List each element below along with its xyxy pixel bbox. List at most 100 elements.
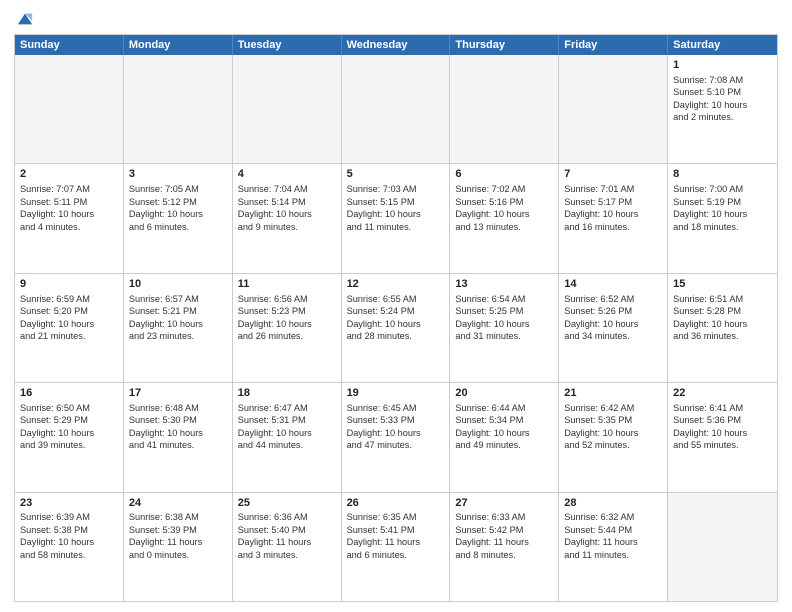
cal-cell-day-21: 21Sunrise: 6:42 AMSunset: 5:35 PMDayligh… bbox=[559, 383, 668, 491]
day-info-line: and 21 minutes. bbox=[20, 330, 118, 342]
day-info-line: Daylight: 10 hours bbox=[564, 208, 662, 220]
day-number: 6 bbox=[455, 167, 553, 182]
day-info-line: Daylight: 11 hours bbox=[455, 536, 553, 548]
day-info-line: Sunset: 5:24 PM bbox=[347, 305, 445, 317]
day-info-line: and 34 minutes. bbox=[564, 330, 662, 342]
day-info-line: Sunset: 5:29 PM bbox=[20, 414, 118, 426]
day-info-line: Sunset: 5:30 PM bbox=[129, 414, 227, 426]
day-info-line: and 18 minutes. bbox=[673, 221, 772, 233]
day-info-line: and 0 minutes. bbox=[129, 549, 227, 561]
cal-cell-empty bbox=[124, 55, 233, 163]
day-info-line: and 11 minutes. bbox=[564, 549, 662, 561]
day-info-line: and 31 minutes. bbox=[455, 330, 553, 342]
day-info-line: and 2 minutes. bbox=[673, 111, 772, 123]
calendar-row-1: 2Sunrise: 7:07 AMSunset: 5:11 PMDaylight… bbox=[15, 164, 777, 273]
day-info-line: Sunrise: 6:35 AM bbox=[347, 511, 445, 523]
header-day-tuesday: Tuesday bbox=[233, 35, 342, 55]
day-info-line: Sunrise: 6:56 AM bbox=[238, 293, 336, 305]
cal-cell-day-5: 5Sunrise: 7:03 AMSunset: 5:15 PMDaylight… bbox=[342, 164, 451, 272]
logo-icon bbox=[16, 10, 34, 28]
day-info-line: Daylight: 10 hours bbox=[455, 318, 553, 330]
day-info-line: Sunset: 5:14 PM bbox=[238, 196, 336, 208]
day-info-line: Sunset: 5:42 PM bbox=[455, 524, 553, 536]
day-info-line: Sunrise: 7:02 AM bbox=[455, 183, 553, 195]
cal-cell-day-28: 28Sunrise: 6:32 AMSunset: 5:44 PMDayligh… bbox=[559, 493, 668, 601]
day-info-line: Sunset: 5:39 PM bbox=[129, 524, 227, 536]
day-info-line: Daylight: 10 hours bbox=[20, 427, 118, 439]
day-info-line: Sunset: 5:26 PM bbox=[564, 305, 662, 317]
cal-cell-day-2: 2Sunrise: 7:07 AMSunset: 5:11 PMDaylight… bbox=[15, 164, 124, 272]
day-number: 7 bbox=[564, 167, 662, 182]
day-info-line: Sunrise: 6:57 AM bbox=[129, 293, 227, 305]
day-info-line: Sunrise: 6:45 AM bbox=[347, 402, 445, 414]
day-info-line: Daylight: 10 hours bbox=[455, 427, 553, 439]
day-info-line: and 28 minutes. bbox=[347, 330, 445, 342]
cal-cell-day-7: 7Sunrise: 7:01 AMSunset: 5:17 PMDaylight… bbox=[559, 164, 668, 272]
cal-cell-empty bbox=[559, 55, 668, 163]
day-info-line: and 9 minutes. bbox=[238, 221, 336, 233]
day-info-line: Daylight: 10 hours bbox=[673, 208, 772, 220]
day-info-line: Daylight: 10 hours bbox=[238, 318, 336, 330]
day-number: 2 bbox=[20, 167, 118, 182]
day-info-line: Sunrise: 6:59 AM bbox=[20, 293, 118, 305]
header-day-saturday: Saturday bbox=[668, 35, 777, 55]
day-info-line: Daylight: 10 hours bbox=[673, 99, 772, 111]
cal-cell-day-25: 25Sunrise: 6:36 AMSunset: 5:40 PMDayligh… bbox=[233, 493, 342, 601]
day-info-line: Sunset: 5:35 PM bbox=[564, 414, 662, 426]
day-info-line: Sunrise: 6:52 AM bbox=[564, 293, 662, 305]
calendar-page: SundayMondayTuesdayWednesdayThursdayFrid… bbox=[0, 0, 792, 612]
cal-cell-empty bbox=[15, 55, 124, 163]
day-info-line: Daylight: 10 hours bbox=[673, 318, 772, 330]
cal-cell-day-14: 14Sunrise: 6:52 AMSunset: 5:26 PMDayligh… bbox=[559, 274, 668, 382]
day-number: 21 bbox=[564, 386, 662, 401]
day-number: 23 bbox=[20, 496, 118, 511]
day-info-line: Sunset: 5:17 PM bbox=[564, 196, 662, 208]
day-info-line: Daylight: 10 hours bbox=[564, 427, 662, 439]
day-info-line: Sunrise: 7:04 AM bbox=[238, 183, 336, 195]
day-number: 17 bbox=[129, 386, 227, 401]
cal-cell-day-3: 3Sunrise: 7:05 AMSunset: 5:12 PMDaylight… bbox=[124, 164, 233, 272]
day-info-line: Sunrise: 6:48 AM bbox=[129, 402, 227, 414]
cal-cell-day-20: 20Sunrise: 6:44 AMSunset: 5:34 PMDayligh… bbox=[450, 383, 559, 491]
cal-cell-empty bbox=[450, 55, 559, 163]
day-number: 18 bbox=[238, 386, 336, 401]
cal-cell-day-12: 12Sunrise: 6:55 AMSunset: 5:24 PMDayligh… bbox=[342, 274, 451, 382]
day-info-line: Daylight: 10 hours bbox=[455, 208, 553, 220]
day-info-line: and 8 minutes. bbox=[455, 549, 553, 561]
day-info-line: Daylight: 11 hours bbox=[129, 536, 227, 548]
calendar: SundayMondayTuesdayWednesdayThursdayFrid… bbox=[14, 34, 778, 602]
day-number: 26 bbox=[347, 496, 445, 511]
day-number: 5 bbox=[347, 167, 445, 182]
cal-cell-empty bbox=[233, 55, 342, 163]
day-info-line: Daylight: 11 hours bbox=[347, 536, 445, 548]
day-info-line: Sunset: 5:12 PM bbox=[129, 196, 227, 208]
cal-cell-day-10: 10Sunrise: 6:57 AMSunset: 5:21 PMDayligh… bbox=[124, 274, 233, 382]
header-day-friday: Friday bbox=[559, 35, 668, 55]
day-info-line: Sunset: 5:21 PM bbox=[129, 305, 227, 317]
day-info-line: Sunset: 5:23 PM bbox=[238, 305, 336, 317]
header-day-wednesday: Wednesday bbox=[342, 35, 451, 55]
day-info-line: and 23 minutes. bbox=[129, 330, 227, 342]
day-info-line: Sunrise: 7:05 AM bbox=[129, 183, 227, 195]
day-info-line: and 11 minutes. bbox=[347, 221, 445, 233]
cal-cell-day-16: 16Sunrise: 6:50 AMSunset: 5:29 PMDayligh… bbox=[15, 383, 124, 491]
day-info-line: Sunset: 5:44 PM bbox=[564, 524, 662, 536]
logo bbox=[14, 10, 34, 28]
cal-cell-day-4: 4Sunrise: 7:04 AMSunset: 5:14 PMDaylight… bbox=[233, 164, 342, 272]
cal-cell-day-6: 6Sunrise: 7:02 AMSunset: 5:16 PMDaylight… bbox=[450, 164, 559, 272]
day-info-line: and 44 minutes. bbox=[238, 439, 336, 451]
day-number: 15 bbox=[673, 277, 772, 292]
day-info-line: Sunset: 5:34 PM bbox=[455, 414, 553, 426]
day-info-line: and 13 minutes. bbox=[455, 221, 553, 233]
day-info-line: Sunrise: 7:07 AM bbox=[20, 183, 118, 195]
day-info-line: and 4 minutes. bbox=[20, 221, 118, 233]
cal-cell-day-8: 8Sunrise: 7:00 AMSunset: 5:19 PMDaylight… bbox=[668, 164, 777, 272]
day-info-line: and 47 minutes. bbox=[347, 439, 445, 451]
day-info-line: Sunrise: 7:08 AM bbox=[673, 74, 772, 86]
cal-cell-day-19: 19Sunrise: 6:45 AMSunset: 5:33 PMDayligh… bbox=[342, 383, 451, 491]
calendar-row-2: 9Sunrise: 6:59 AMSunset: 5:20 PMDaylight… bbox=[15, 274, 777, 383]
day-info-line: Sunset: 5:15 PM bbox=[347, 196, 445, 208]
header bbox=[14, 10, 778, 28]
day-info-line: Sunrise: 6:36 AM bbox=[238, 511, 336, 523]
day-info-line: Sunrise: 6:51 AM bbox=[673, 293, 772, 305]
